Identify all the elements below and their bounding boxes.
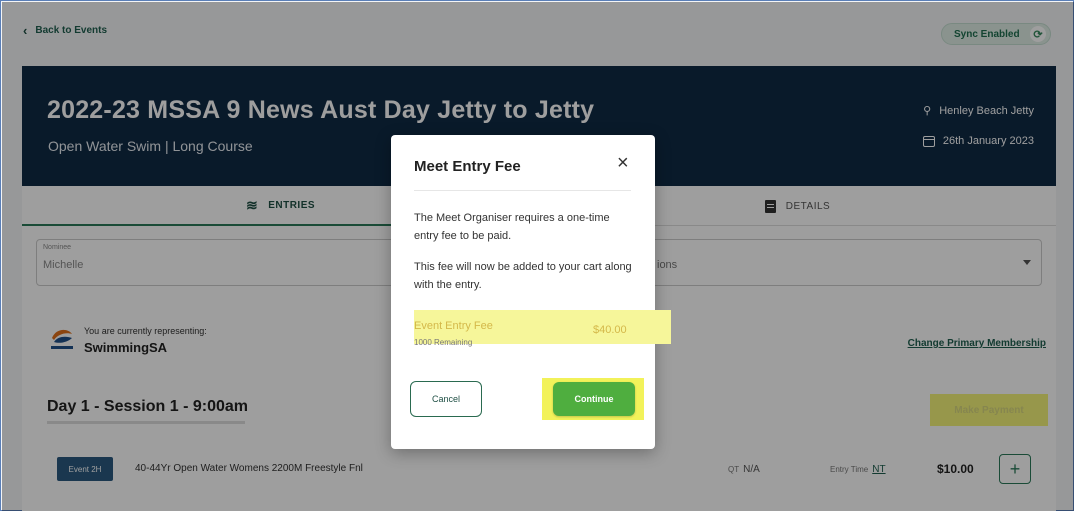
dialog-divider (414, 190, 631, 191)
dialog-paragraph-1: The Meet Organiser requires a one-time e… (414, 212, 610, 242)
continue-button[interactable]: Continue (553, 382, 635, 416)
fee-amount: $40.00 (593, 324, 627, 336)
cancel-button[interactable]: Cancel (410, 381, 482, 417)
meet-entry-fee-dialog: Meet Entry Fee × The Meet Organiser requ… (391, 135, 671, 449)
fee-label: Event Entry Fee (414, 320, 493, 332)
fee-remaining: 1000 Remaining (414, 338, 473, 347)
dialog-paragraph-2: This fee will now be added to your cart … (414, 261, 632, 291)
dialog-title: Meet Entry Fee (414, 158, 521, 175)
app-frame: ‹ Back to Events Sync Enabled ⟳ 2022-23 … (0, 0, 1074, 511)
close-icon[interactable]: × (617, 153, 629, 173)
